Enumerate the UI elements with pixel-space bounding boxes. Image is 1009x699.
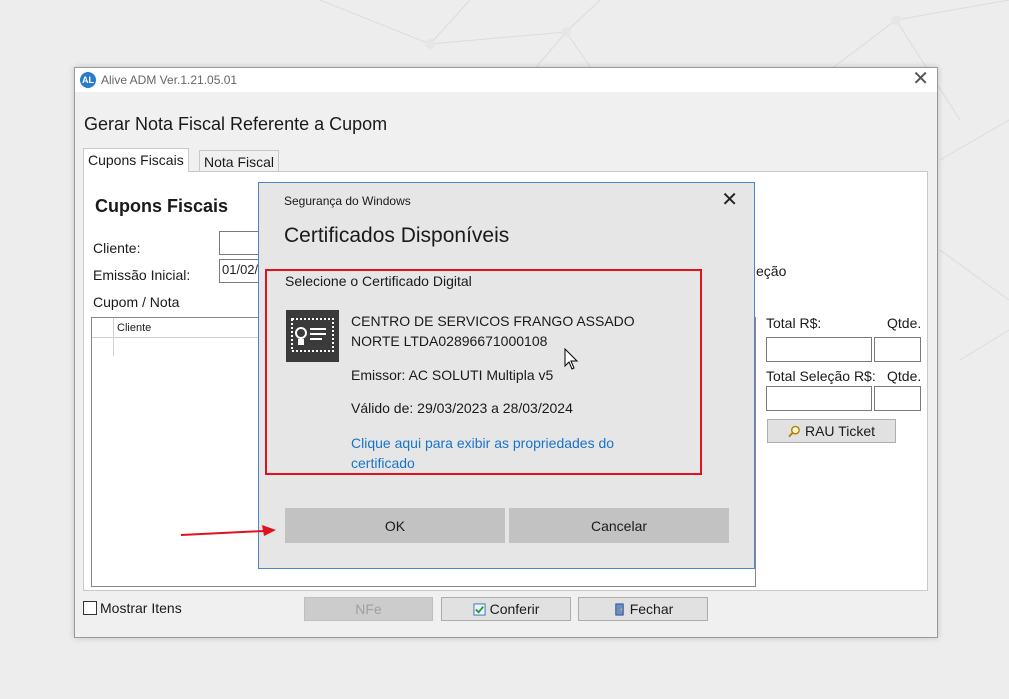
- app-logo-icon: AL: [80, 72, 96, 88]
- checkbox-box[interactable]: [83, 601, 97, 615]
- tab-nota-fiscal[interactable]: Nota Fiscal: [199, 150, 280, 172]
- mostrar-itens-label: Mostrar Itens: [100, 600, 182, 616]
- qtde-selecao-field[interactable]: [874, 386, 921, 411]
- panel-heading: Cupons Fiscais: [95, 196, 229, 216]
- rau-ticket-button[interactable]: RAU Ticket: [767, 419, 896, 443]
- grid-column-cliente[interactable]: Cliente: [117, 322, 151, 334]
- nfe-label: NFe: [355, 601, 382, 617]
- total-selecao-label: Total Seleção R$:: [766, 368, 876, 384]
- dialog-title: Certificados Disponíveis: [284, 224, 510, 247]
- window-title: Alive ADM Ver.1.21.05.01: [101, 73, 238, 87]
- fechar-label: Fechar: [629, 601, 674, 617]
- door-icon: [615, 602, 624, 616]
- close-icon[interactable]: ✕: [912, 69, 929, 89]
- title-bar: AL Alive ADM Ver.1.21.05.01 ✕: [75, 68, 937, 92]
- conferir-label: Conferir: [489, 601, 540, 617]
- mostrar-itens-checkbox[interactable]: Mostrar Itens: [83, 600, 182, 616]
- selecao-label: eção: [756, 263, 787, 279]
- grid-row-header: [92, 318, 114, 356]
- dialog-caption: Segurança do Windows: [284, 194, 411, 208]
- ok-button[interactable]: OK: [285, 508, 505, 543]
- qtde-field[interactable]: [874, 337, 921, 362]
- cancel-button[interactable]: Cancelar: [509, 508, 729, 543]
- conferir-button[interactable]: Conferir: [441, 597, 571, 621]
- emissao-inicial-label: Emissão Inicial:: [93, 267, 191, 283]
- cupom-nota-label: Cupom / Nota: [93, 294, 180, 310]
- magnifier-icon: [788, 425, 800, 437]
- total-label: Total R$:: [766, 315, 822, 331]
- nfe-button[interactable]: NFe: [304, 597, 433, 621]
- fechar-button[interactable]: Fechar: [578, 597, 708, 621]
- qtde-selecao-label: Qtde.: [887, 368, 922, 384]
- check-icon: [473, 602, 486, 616]
- qtde-label: Qtde.: [887, 315, 922, 331]
- red-arrow-icon: [180, 525, 276, 536]
- highlight-box: [265, 269, 702, 475]
- total-field[interactable]: [766, 337, 872, 362]
- total-selecao-field[interactable]: [766, 386, 872, 411]
- tab-cupons-fiscais[interactable]: Cupons Fiscais: [83, 148, 189, 172]
- rau-ticket-label: RAU Ticket: [804, 423, 875, 439]
- page-title: Gerar Nota Fiscal Referente a Cupom: [84, 114, 388, 134]
- dialog-close-icon[interactable]: ✕: [721, 190, 738, 210]
- cliente-label: Cliente:: [93, 240, 141, 256]
